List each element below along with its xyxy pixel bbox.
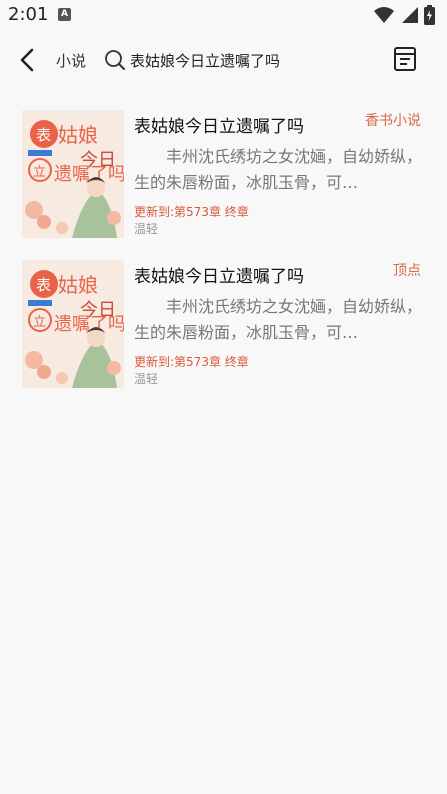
book-description: 丰州沈氏绣坊之女沈婳，自幼娇纵，生的朱唇粉面，冰肌玉骨，可… bbox=[134, 297, 423, 342]
book-cover: 表 姑娘 今日 立 遗嘱了吗 bbox=[22, 260, 124, 388]
cover-art: 表 姑娘 今日 立 遗嘱了吗 bbox=[22, 110, 124, 238]
bookshelf-icon bbox=[394, 47, 416, 71]
result-item[interactable]: 表 姑娘 今日 立 遗嘱了吗 表姑娘今日立遗嘱了吗 香书小说 丰州沈氏绣坊之女沈… bbox=[0, 100, 447, 240]
signal-icon bbox=[402, 7, 418, 23]
search-icon bbox=[105, 50, 125, 70]
latest-chapter: 更新到:第573章 终章 bbox=[134, 205, 249, 219]
search-toolbar: 小说 表姑娘今日立遗嘱了吗 bbox=[0, 32, 447, 88]
latest-chapter: 更新到:第573章 终章 bbox=[134, 355, 249, 369]
status-icons bbox=[374, 5, 435, 25]
search-input[interactable]: 表姑娘今日立遗嘱了吗 bbox=[104, 46, 280, 74]
svg-text:表: 表 bbox=[36, 126, 51, 144]
cover-art: 表 姑娘 今日 立 遗嘱了吗 bbox=[22, 260, 124, 388]
book-title: 表姑娘今日立遗嘱了吗 bbox=[134, 117, 304, 137]
result-item[interactable]: 表 姑娘 今日 立 遗嘱了吗 表姑娘今日立遗嘱了吗 顶点 丰州沈氏绣坊之女沈婳，… bbox=[0, 250, 447, 390]
status-bar: 2:01 A bbox=[0, 0, 447, 32]
book-author: 温轻 bbox=[134, 372, 159, 386]
book-title: 表姑娘今日立遗嘱了吗 bbox=[134, 267, 304, 287]
svg-text:遗嘱了吗: 遗嘱了吗 bbox=[54, 314, 124, 335]
category-selector[interactable]: 小说 bbox=[56, 50, 86, 71]
battery-icon bbox=[424, 5, 435, 25]
svg-text:立: 立 bbox=[33, 315, 46, 330]
back-button[interactable] bbox=[14, 46, 42, 74]
book-cover: 表 姑娘 今日 立 遗嘱了吗 bbox=[22, 110, 124, 238]
wifi-icon bbox=[374, 7, 394, 23]
book-author: 温轻 bbox=[134, 222, 159, 236]
svg-text:姑娘: 姑娘 bbox=[58, 123, 98, 147]
svg-text:立: 立 bbox=[33, 165, 46, 180]
a-letter-icon: A bbox=[58, 8, 71, 21]
search-query: 表姑娘今日立遗嘱了吗 bbox=[130, 51, 281, 70]
svg-text:遗嘱了吗: 遗嘱了吗 bbox=[54, 164, 124, 185]
chevron-left-icon bbox=[20, 48, 34, 72]
book-source[interactable]: 香书小说 bbox=[365, 110, 421, 130]
book-source[interactable]: 顶点 bbox=[393, 260, 421, 280]
book-description: 丰州沈氏绣坊之女沈婳，自幼娇纵，生的朱唇粉面，冰肌玉骨，可… bbox=[134, 147, 423, 192]
status-time: 2:01 bbox=[8, 4, 49, 25]
bookshelf-button[interactable] bbox=[392, 45, 418, 73]
svg-text:表: 表 bbox=[36, 276, 51, 294]
svg-text:姑娘: 姑娘 bbox=[58, 273, 98, 297]
